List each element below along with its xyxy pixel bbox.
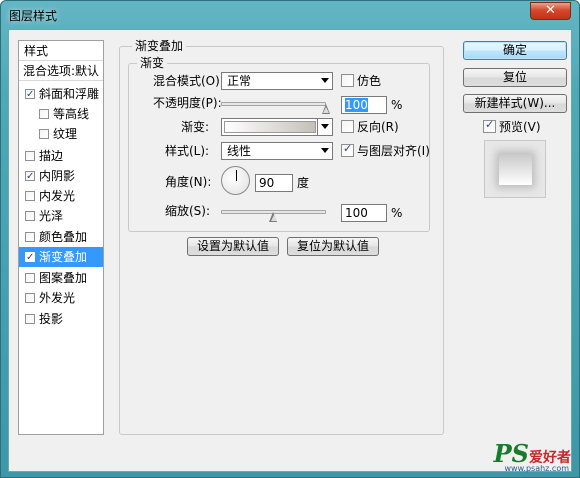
style-item-pattern-overlay[interactable]: 图案叠加	[19, 268, 103, 288]
opacity-slider-thumb[interactable]	[321, 104, 331, 114]
style-item-label: 斜面和浮雕	[39, 87, 100, 101]
ok-button[interactable]: 确定	[463, 41, 567, 60]
texture-checkbox[interactable]	[39, 129, 49, 139]
style-list-header[interactable]: 样式	[19, 41, 103, 61]
scale-value: 100	[345, 206, 368, 220]
contour-checkbox[interactable]	[39, 109, 49, 119]
style-preview-swatch	[499, 154, 532, 185]
opacity-slider-track[interactable]	[221, 102, 326, 106]
gradient-style-value: 线性	[227, 144, 252, 158]
style-item-label: 颜色叠加	[39, 230, 88, 244]
style-item-color-overlay[interactable]: 颜色叠加	[19, 227, 103, 247]
angle-unit: 度	[297, 176, 310, 190]
reset-default-button[interactable]: 复位为默认值	[287, 237, 379, 256]
style-item-label: 外发光	[39, 291, 76, 305]
watermark-logo: PS爱好者 www.psahz.com	[494, 439, 571, 473]
close-button[interactable]: ✕	[530, 2, 571, 20]
dialog-client-area: 样式 混合选项:默认 斜面和浮雕 等高线 纹理 描边 内阴影	[8, 29, 572, 472]
gradient-dropdown-button[interactable]	[317, 119, 332, 135]
scale-slider-thumb[interactable]	[269, 212, 278, 222]
style-item-inner-shadow[interactable]: 内阴影	[19, 166, 103, 186]
gradient-overlay-groupbox: 渐变叠加 渐变 混合模式(O): 正常 仿色 不透明度(P): 100 % 渐变…	[119, 39, 444, 435]
angle-dial[interactable]	[221, 166, 250, 195]
style-item-label: 光泽	[39, 209, 64, 223]
scale-label: 缩放(S):	[165, 204, 211, 218]
preview-checkbox[interactable]	[483, 118, 496, 133]
style-item-label: 图案叠加	[39, 271, 88, 285]
gradient-label: 渐变:	[181, 120, 210, 134]
scale-percent: %	[391, 206, 403, 220]
gradient-subgroup: 渐变 混合模式(O): 正常 仿色 不透明度(P): 100 % 渐变: 反向(…	[128, 56, 430, 232]
satin-checkbox[interactable]	[25, 211, 35, 221]
opacity-input[interactable]: 100	[341, 96, 387, 114]
scale-input[interactable]: 100	[341, 204, 387, 222]
stroke-checkbox[interactable]	[25, 151, 35, 161]
gradient-preview[interactable]	[224, 121, 316, 133]
chevron-down-icon	[321, 78, 329, 83]
style-item-inner-glow[interactable]: 内发光	[19, 186, 103, 206]
style-item-contour[interactable]: 等高线	[19, 104, 103, 124]
new-style-button[interactable]: 新建样式(W)...	[463, 94, 567, 113]
style-list: 样式 混合选项:默认 斜面和浮雕 等高线 纹理 描边 内阴影	[18, 40, 104, 435]
gradient-overlay-checkbox[interactable]	[25, 248, 35, 267]
preview-label: 预览(V)	[499, 120, 541, 134]
pattern-overlay-checkbox[interactable]	[25, 273, 35, 283]
blend-mode-dropdown[interactable]: 正常	[221, 72, 333, 90]
angle-label: 角度(N):	[165, 175, 212, 189]
style-item-stroke[interactable]: 描边	[19, 146, 103, 166]
style-preview-thumbnail	[484, 140, 546, 198]
inner-glow-checkbox[interactable]	[25, 191, 35, 201]
reset-button[interactable]: 复位	[463, 68, 567, 87]
style-item-satin[interactable]: 光泽	[19, 206, 103, 226]
set-default-button[interactable]: 设置为默认值	[187, 237, 279, 256]
color-overlay-checkbox[interactable]	[25, 232, 35, 242]
style-item-label: 投影	[39, 312, 64, 326]
align-with-layer-checkbox[interactable]	[341, 142, 354, 157]
opacity-value: 100	[345, 98, 368, 112]
style-item-label: 内阴影	[39, 169, 76, 183]
style-item-outer-glow[interactable]: 外发光	[19, 288, 103, 308]
style-item-label: 纹理	[53, 127, 78, 141]
dither-label: 仿色	[357, 74, 382, 88]
blend-mode-value: 正常	[227, 74, 252, 88]
gradient-picker[interactable]	[221, 118, 333, 136]
style-label: 样式(L):	[165, 144, 210, 158]
title-bar[interactable]: 图层样式 ✕	[1, 1, 579, 29]
style-item-label: 等高线	[53, 107, 90, 121]
style-item-texture[interactable]: 纹理	[19, 124, 103, 144]
window-title: 图层样式	[9, 9, 58, 23]
outer-glow-checkbox[interactable]	[25, 293, 35, 303]
style-item-label: 内发光	[39, 189, 76, 203]
chevron-down-icon	[321, 148, 329, 153]
dither-checkbox[interactable]	[341, 74, 354, 87]
drop-shadow-checkbox[interactable]	[25, 314, 35, 324]
gradient-overlay-title: 渐变叠加	[132, 39, 187, 53]
style-item-label: 描边	[39, 149, 64, 163]
blend-options-item[interactable]: 混合选项:默认	[19, 61, 103, 81]
style-item-bevel-emboss[interactable]: 斜面和浮雕	[19, 84, 103, 104]
angle-value: 90	[259, 176, 275, 190]
layer-style-dialog: 图层样式 ✕ 样式 混合选项:默认 斜面和浮雕 等高线 纹理 描边	[0, 0, 580, 478]
style-item-label: 渐变叠加	[39, 250, 88, 264]
angle-input[interactable]: 90	[255, 174, 293, 192]
style-item-gradient-overlay[interactable]: 渐变叠加	[19, 247, 103, 267]
bevel-emboss-checkbox[interactable]	[25, 85, 35, 104]
inner-shadow-checkbox[interactable]	[25, 167, 35, 186]
opacity-percent: %	[391, 98, 403, 112]
reverse-checkbox[interactable]	[341, 120, 354, 133]
watermark-url: www.psahz.com	[504, 464, 569, 473]
blend-mode-label: 混合模式(O):	[153, 74, 224, 88]
opacity-label: 不透明度(P):	[153, 96, 222, 110]
reverse-label: 反向(R)	[357, 120, 399, 134]
gradient-subgroup-title: 渐变	[137, 56, 168, 70]
gradient-style-dropdown[interactable]: 线性	[221, 142, 333, 160]
style-item-drop-shadow[interactable]: 投影	[19, 309, 103, 329]
align-with-layer-label: 与图层对齐(I)	[357, 144, 430, 158]
